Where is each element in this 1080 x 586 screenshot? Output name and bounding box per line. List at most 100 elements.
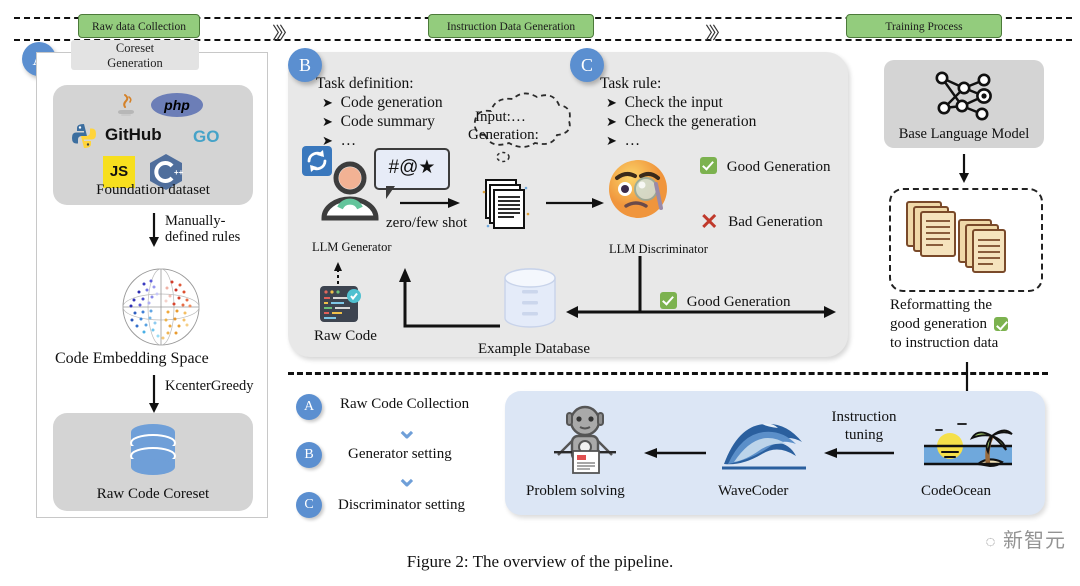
example-database-icon (500, 268, 560, 330)
rules-line1: Manually- (165, 213, 226, 229)
java-icon (111, 91, 141, 121)
go-icon: GO (193, 127, 220, 146)
raw-code-coreset-label: Raw Code Coreset (96, 486, 210, 502)
arrow-manual-rules (149, 213, 159, 247)
beach-icon (924, 423, 1013, 468)
task-rule-item-2-label: … (624, 132, 641, 149)
arrow-base-model-down (959, 154, 969, 183)
coreset-tab-line1: Coreset (115, 41, 155, 55)
generated-documents-icon (476, 178, 530, 230)
problem-solving-label: Problem solving (526, 483, 625, 499)
foundation-dataset-label: Foundation dataset (96, 182, 210, 198)
code-embedding-sphere (122, 268, 200, 346)
task-rule-item-1-label: Check the generation (624, 113, 757, 130)
feedback-arrow-to-generator (399, 268, 500, 328)
reformat-line1: Reformatting the (890, 297, 993, 313)
check-icon (660, 292, 677, 309)
stacked-documents-icon (906, 201, 1006, 273)
good-generation-label-bottom: Good Generation (686, 294, 791, 310)
task-rule-item-1: ➤ Check the generation (606, 112, 756, 131)
reformatting-caption: Reformatting the good generation to inst… (890, 296, 1050, 353)
task-rule-item-0-label: Check the input (624, 94, 723, 111)
wavecoder-label: WaveCoder (718, 483, 789, 499)
task-definition-item-0: ➤ Code generation (322, 93, 443, 112)
zero-few-shot-label: zero/few shot (386, 215, 468, 231)
python-icon (69, 121, 99, 151)
coreset-generation-tab: Coreset Generation (71, 40, 199, 70)
panel-a-coreset-generation: Coreset Generation php GitHub GO JS ++ F… (36, 40, 268, 518)
legend-chevron-1: ⌄ (396, 414, 418, 444)
task-rule-title: Task rule: (600, 75, 662, 92)
phase-raw-data-collection[interactable]: Raw data Collection (78, 14, 200, 38)
speech-bubble-text: #@★ (388, 157, 436, 178)
bad-generation-row: ✕ Bad Generation (700, 209, 823, 235)
task-definition-item-1-label: Code summary (340, 113, 435, 130)
code-embedding-space-label: Code Embedding Space (55, 350, 209, 367)
task-definition-title: Task definition: (316, 75, 414, 92)
watermark-text: 新智元 (1003, 530, 1066, 552)
good-generation-label-top: Good Generation (726, 159, 831, 175)
arrow-to-discriminator (546, 198, 604, 208)
task-definition-item-2-label: … (340, 132, 357, 149)
arrow-kcenter-greedy (149, 375, 159, 413)
speech-bubble: #@★ (374, 148, 450, 199)
bullet-icon: ➤ (606, 114, 617, 129)
example-database-label: Example Database (478, 341, 591, 357)
reformat-line3: to instruction data (890, 335, 999, 351)
llm-generator-label: LLM Generator (312, 240, 392, 254)
x-icon: ✕ (700, 209, 719, 234)
kcenter-greedy-label: KcenterGreedy (165, 378, 254, 394)
phase-training-process[interactable]: Training Process (846, 14, 1002, 38)
task-definition-item-1: ➤ Code summary (322, 112, 435, 131)
arrow-wavecoder-to-problem-solving (644, 448, 706, 458)
legend-badge-b: B (296, 442, 322, 468)
bad-generation-label: Bad Generation (728, 214, 823, 230)
codeocean-label: CodeOcean (921, 483, 991, 499)
raw-code-label: Raw Code (314, 328, 377, 344)
good-generation-row-top: Good Generation (700, 157, 830, 176)
neural-network-icon (935, 71, 992, 121)
svg-text:++: ++ (174, 168, 184, 177)
panel-c-badge: C (570, 48, 604, 82)
foundation-dataset-box: php GitHub GO JS ++ Foundation dataset (53, 85, 253, 205)
banner-chevron-2: 〉〉〉 (705, 24, 729, 43)
pipeline-phase-banner: Raw data Collection 〉〉〉 Instruction Data… (0, 14, 1080, 43)
base-language-model-box: Base Language Model (884, 60, 1044, 148)
manually-defined-rules-label: Manually- defined rules (165, 213, 240, 245)
reformatted-data-box (889, 188, 1043, 292)
section-separator (288, 372, 1048, 375)
cloud-generation-line: Generation: (468, 127, 539, 143)
reformat-line2: good generation (890, 316, 988, 332)
arrow-zero-few-shot (400, 198, 460, 208)
instruction-tuning-line2: tuning (844, 427, 884, 443)
php-icon: php (151, 93, 203, 117)
bullet-icon: ➤ (606, 133, 617, 148)
database-icon (130, 424, 176, 475)
raw-code-coreset-box: Raw Code Coreset (53, 413, 253, 511)
rules-line2: defined rules (165, 229, 241, 245)
wave-icon (722, 423, 806, 470)
watermark-icon: ◌ (985, 532, 997, 551)
check-icon (993, 317, 1008, 331)
task-definition-item-0-label: Code generation (340, 94, 443, 111)
reformat-line2-row: good generation (890, 315, 1050, 334)
arrow-codeocean-to-wavecoder (824, 448, 894, 458)
llm-discriminator-emoji-icon (609, 160, 667, 218)
legend-label-c: Discriminator setting (338, 497, 466, 513)
legend-label-b: Generator setting (348, 446, 452, 462)
instruction-tuning-label: Instruction tuning (827, 408, 901, 444)
legend-label-a: Raw Code Collection (340, 396, 470, 412)
cloud-input-line: Input:… (475, 109, 526, 125)
phase-instruction-data-generation[interactable]: Instruction Data Generation (428, 14, 594, 38)
robot-icon (554, 405, 616, 474)
bullet-icon: ➤ (322, 95, 333, 110)
figure-root: Raw data Collection 〉〉〉 Instruction Data… (0, 0, 1080, 586)
legend-badge-a: A (296, 394, 322, 420)
github-icon: GitHub (105, 125, 162, 144)
coreset-tab-line2: Generation (107, 56, 163, 70)
bullet-icon: ➤ (606, 95, 617, 110)
legend-badge-c: C (296, 492, 322, 518)
base-language-model-label: Base Language Model (898, 126, 1030, 142)
figure-caption: Figure 2: The overview of the pipeline. (406, 552, 674, 571)
banner-chevron-1: 〉〉〉 (272, 24, 296, 43)
